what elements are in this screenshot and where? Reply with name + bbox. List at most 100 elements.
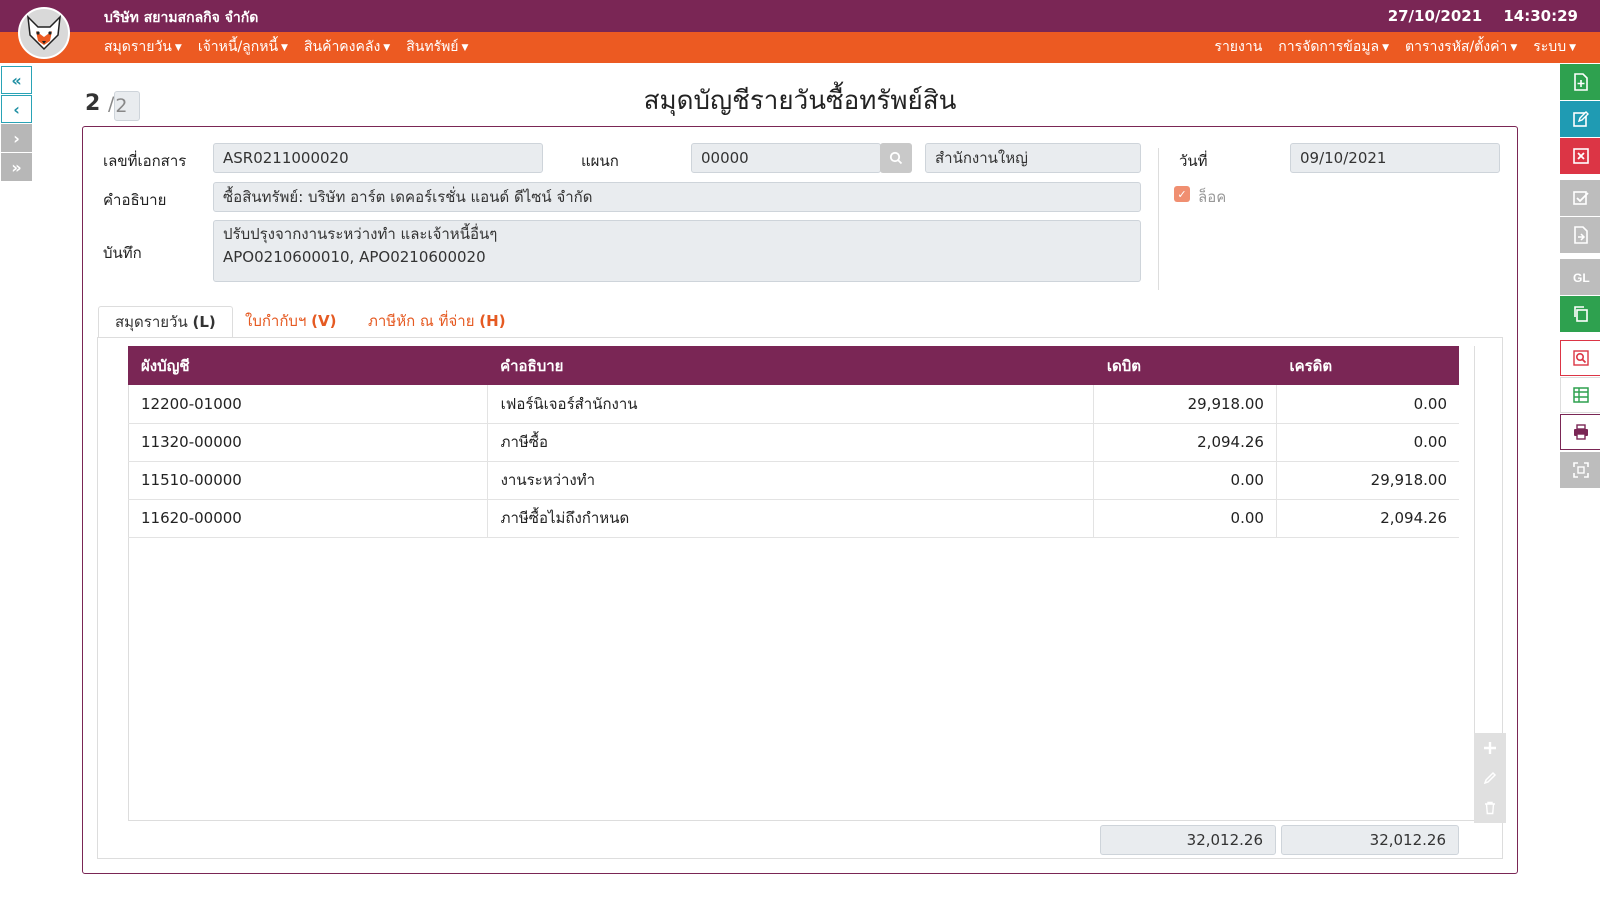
chevron-right-icon: › [13,128,20,148]
menu-data-management[interactable]: การจัดการข้อมูล ▼ [1278,32,1389,63]
dept-search-button[interactable] [880,143,912,173]
copy-icon [1574,306,1588,322]
cell-account: 11510-00000 [128,461,488,500]
caret-down-icon: ▼ [383,43,391,53]
print-button[interactable] [1560,414,1600,450]
dept-label: แผนก [581,152,619,170]
cell-description: เฟอร์นิเจอร์สำนักงาน [487,385,1095,424]
qr-button[interactable] [1560,452,1600,488]
caret-down-icon: ▼ [1382,43,1389,53]
cell-account: 12200-01000 [128,385,488,424]
top-bar: บริษัท สยามสกลกิจ จำกัด 27/10/2021 14:30… [0,0,1600,32]
total-credit: 32,012.26 [1281,825,1459,855]
dept-code-field[interactable]: 00000 [691,143,881,173]
gl-icon: GL [1573,271,1590,285]
clock: 27/10/2021 14:30:29 [1372,7,1578,25]
menu-report[interactable]: รายงาน [1214,32,1262,63]
col-description: คำอธิบาย [487,346,1094,385]
copy-button[interactable] [1560,296,1600,332]
cell-credit: 29,918.00 [1276,461,1459,500]
app-logo[interactable] [18,7,70,59]
table-row[interactable]: 11510-00000 งานระหว่างทำ 0.00 29,918.00 [128,461,1459,500]
pencil-icon [1483,771,1497,785]
col-debit: เดบิต [1093,346,1277,385]
fox-logo-icon [27,14,61,51]
menu-system[interactable]: ระบบ ▼ [1533,32,1576,63]
tab-withholding-tax[interactable]: ภาษีหัก ณ ที่จ่าย (H) [352,306,522,338]
cell-credit: 2,094.26 [1276,499,1459,538]
check-icon: ✓ [1177,187,1187,201]
date-label: วันที่ [1179,152,1208,170]
page-title: สมุดบัญชีรายวันซื้อทรัพย์สิน [643,86,957,116]
col-credit: เครดิต [1276,346,1459,385]
cell-account: 11320-00000 [128,423,488,462]
tab-journal[interactable]: สมุดรายวัน (L) [98,306,233,338]
menu-settings[interactable]: ตารางรหัส/ตั้งค่า ▼ [1405,32,1517,63]
table-row[interactable]: 11320-00000 ภาษีซื้อ 2,094.26 0.00 [128,423,1459,462]
edit-document-button[interactable] [1560,101,1600,137]
check-square-icon [1573,191,1589,205]
gl-button[interactable]: GL [1560,259,1600,295]
desc-label: คำอธิบาย [103,191,167,209]
edit-row-button[interactable] [1474,763,1506,793]
menu-bar: สมุดรายวัน ▼ เจ้าหนี้/ลูกหนี้ ▼ สินค้าคงคล… [0,32,1600,63]
current-time: 14:30:29 [1503,7,1578,25]
last-record-button[interactable]: » [1,153,32,181]
lock-label: ล็อค [1198,188,1227,206]
caret-down-icon: ▼ [281,43,288,53]
delete-row-button[interactable] [1474,793,1506,823]
double-chevron-right-icon: » [11,157,22,177]
plus-icon [1484,742,1496,754]
search-document-icon [1573,350,1589,366]
caret-down-icon: ▼ [461,43,469,53]
cell-description: ภาษีซื้อ [487,423,1095,462]
note-label: บันทึก [103,244,142,262]
edit-icon [1573,111,1589,127]
doc-no-field[interactable]: ASR0211000020 [213,143,543,173]
company-name: บริษัท สยามสกลกิจ จำกัด [104,10,259,26]
cell-credit: 0.00 [1276,385,1459,424]
menu-journal[interactable]: สมุดรายวัน ▼ [104,32,182,63]
delete-document-button[interactable] [1560,138,1600,174]
file-export-icon [1574,226,1588,244]
preview-button[interactable] [1560,340,1600,376]
approve-button[interactable] [1560,180,1600,216]
spreadsheet-button[interactable] [1560,377,1600,413]
note-line-2: APO0210600010, APO0210600020 [223,248,486,266]
cell-description: งานระหว่างทำ [487,461,1095,500]
note-line-1: ปรับปรุงจากงานระหว่างทำ และเจ้าหนี้อื่นๆ [223,225,498,243]
current-date: 27/10/2021 [1387,7,1483,25]
table-row[interactable]: 12200-01000 เฟอร์นิเจอร์สำนักงาน 29,918.… [128,385,1459,424]
journal-table: ผังบัญชี คำอธิบาย เดบิต เครดิต 12200-010… [128,346,1459,538]
table-icon [1573,387,1589,403]
qr-code-icon [1573,462,1589,478]
file-x-icon [1573,148,1589,164]
add-row-button[interactable] [1474,733,1506,763]
caret-down-icon: ▼ [1510,43,1518,53]
new-document-button[interactable] [1560,64,1600,100]
file-plus-icon [1574,73,1588,91]
dept-name-field[interactable]: สำนักงานใหญ่ [925,143,1141,173]
trash-icon [1485,801,1495,815]
menu-assets[interactable]: สินทรัพย์ ▼ [406,32,468,63]
search-icon [889,151,903,165]
cell-debit: 0.00 [1093,461,1277,500]
caret-down-icon: ▼ [174,43,182,53]
svg-text:GL: GL [1573,271,1590,285]
form-divider [1158,148,1159,290]
cell-account: 11620-00000 [128,499,488,538]
note-textarea[interactable]: ปรับปรุงจากงานระหว่างทำ และเจ้าหนี้อื่นๆ… [213,220,1141,282]
lock-checkbox[interactable]: ✓ [1174,186,1190,202]
printer-icon [1574,424,1588,440]
desc-field[interactable]: ซื้อสินทรัพย์: บริษัท อาร์ต เดคอร์เรชั่น… [213,182,1141,212]
post-button[interactable] [1560,217,1600,253]
caret-down-icon: ▼ [1569,43,1576,53]
tab-invoice[interactable]: ใบกำกับฯ (V) [229,306,353,338]
menu-inventory[interactable]: สินค้าคงคลัง ▼ [304,32,390,63]
cell-debit: 29,918.00 [1093,385,1277,424]
date-field[interactable]: 09/10/2021 [1290,143,1500,173]
table-row[interactable]: 11620-00000 ภาษีซื้อไม่ถึงกำหนด 0.00 2,0… [128,499,1459,538]
menu-payable-receivable[interactable]: เจ้าหนี้/ลูกหนี้ ▼ [198,32,288,63]
doc-no-label: เลขที่เอกสาร [103,152,187,170]
next-record-button[interactable]: › [1,124,32,152]
